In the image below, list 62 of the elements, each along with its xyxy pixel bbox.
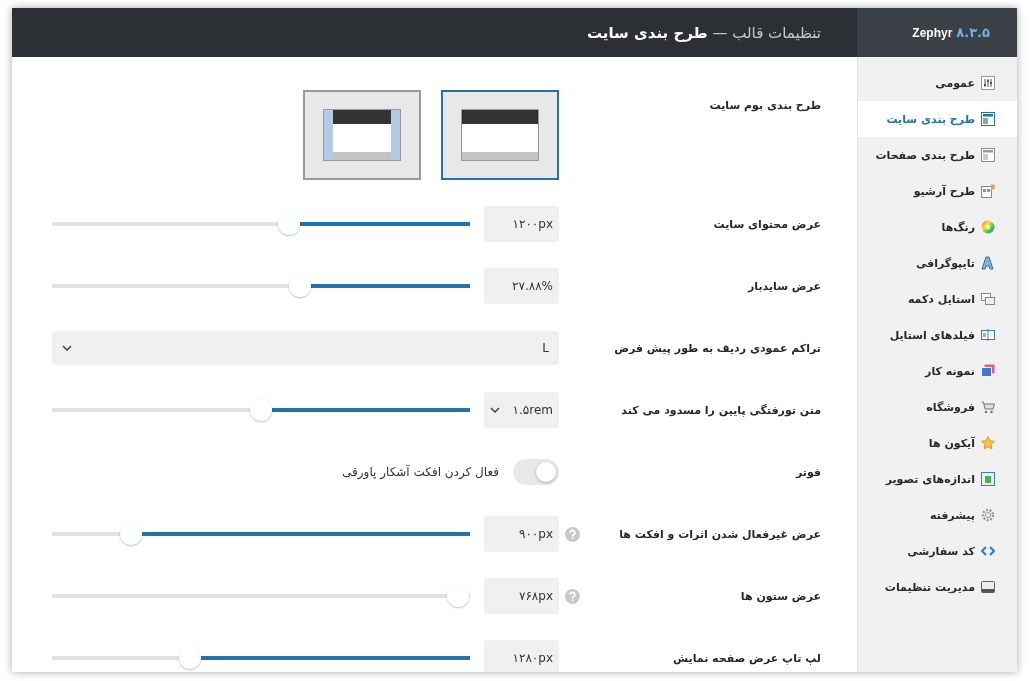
sidebar-item[interactable]: فروشگاه (858, 389, 1017, 425)
sidebar-item[interactable]: رنگ‌ها (858, 209, 1017, 245)
slider-thumb[interactable] (120, 523, 142, 545)
setting-label: عرض غیرفعال شدن اثرات و افکت ها (618, 527, 821, 541)
sidebar-item[interactable]: کد سفارشی (858, 533, 1017, 569)
number-field[interactable]: ۲۷.۸۸% (484, 268, 559, 304)
sliders-icon (981, 76, 995, 90)
setting-label: لپ تاپ عرض صفحه نمایش (671, 651, 821, 665)
setting-label: عرض سایدبار (746, 279, 821, 293)
toggle-label: فعال کردن افکت آشکار پاورقی (342, 465, 499, 479)
number-field[interactable]: ۱۲۰۰px (484, 206, 559, 242)
slider-thumb[interactable] (289, 275, 312, 297)
sidebar-item[interactable]: تایپوگرافی (858, 245, 1017, 281)
setting-label: طرح بندی بوم سایت (708, 98, 821, 112)
slider-thumb[interactable] (447, 585, 469, 607)
slider-thumb[interactable] (277, 213, 300, 235)
windows-icon (981, 292, 995, 306)
version-number: ۸.۳.۵ (956, 25, 990, 40)
help-icon[interactable] (564, 588, 580, 604)
layout-icon (981, 148, 995, 162)
setting-label: عرض ستون ها (739, 589, 821, 603)
dropdown[interactable]: L (52, 331, 559, 365)
layout-option[interactable] (303, 90, 421, 180)
sidebar-item[interactable]: نمونه کار (858, 353, 1017, 389)
chevron-down-icon (490, 407, 500, 413)
setting-label: فوتر (794, 465, 821, 479)
sidebar-item[interactable]: فیلدهای استایل (858, 317, 1017, 353)
setting-label: عرض محتوای سایت (712, 217, 821, 231)
sidebar-item[interactable]: استایل دکمه (858, 281, 1017, 317)
cart-icon (981, 400, 995, 414)
columns-icon (981, 328, 995, 342)
layout-icon (981, 112, 995, 126)
code-icon (981, 544, 995, 558)
setting-label: متن تورفتگی پایین را مسدود می کند (620, 403, 821, 417)
sidebar-item[interactable]: مدیریت تنظیمات (858, 569, 1017, 605)
drive-icon (981, 580, 995, 594)
help-icon[interactable] (564, 526, 580, 542)
slider-thumb[interactable] (250, 399, 272, 421)
chevron-down-icon (62, 345, 72, 351)
number-field[interactable]: ۷۶۸px (484, 578, 559, 614)
gear-icon (981, 508, 995, 522)
slider-thumb[interactable] (179, 647, 202, 669)
sidebar-item[interactable]: طرح بندی صفحات (858, 137, 1017, 173)
page-title: تنظیمات قالب — طرح بندی سایت (586, 23, 821, 42)
sidebar-item[interactable]: طرح بندی سایت (858, 101, 1017, 137)
image-icon (981, 472, 995, 486)
brand-name: Zephyr (912, 26, 953, 40)
sidebar-item[interactable]: طرح آرشیو (858, 173, 1017, 209)
number-field[interactable]: ۱۲۸۰px (484, 640, 559, 672)
sidebar-item[interactable]: آیکون ها (858, 425, 1017, 461)
sidebar-item[interactable]: پیشرفته (858, 497, 1017, 533)
toggle-switch[interactable] (513, 459, 559, 485)
setting-label: تراکم عمودی ردیف به طور پیش فرض (613, 341, 821, 355)
number-field[interactable]: ۹۰۰px (484, 516, 559, 552)
star-icon (981, 436, 995, 450)
pictures-icon (981, 364, 995, 378)
sidebar-item[interactable]: اندازه‌های تصویر (858, 461, 1017, 497)
layout-option[interactable] (441, 90, 559, 180)
grid-icon (981, 184, 995, 198)
color-wheel-icon (981, 220, 995, 234)
unit-select[interactable]: ۱.۵rem (484, 392, 559, 428)
sidebar-item[interactable]: عمومی (858, 65, 1017, 101)
